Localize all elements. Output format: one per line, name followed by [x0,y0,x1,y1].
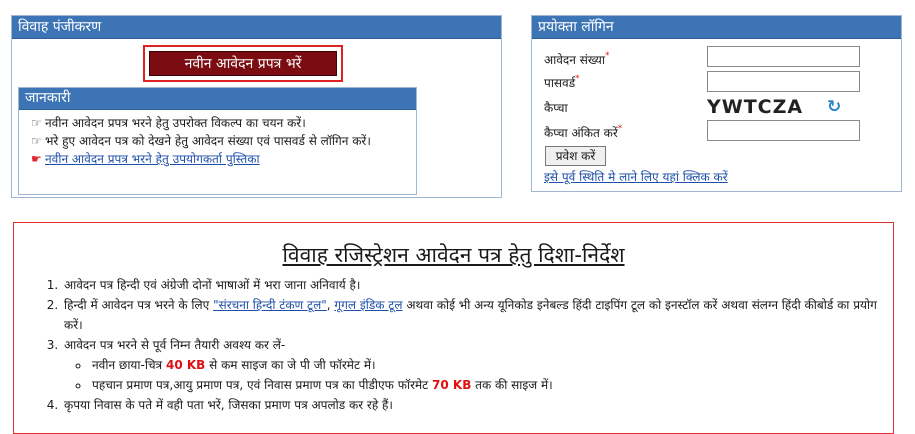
info-item: ☞ नवीन आवेदन प्रपत्र भरने हेतु उपरोक्त वि… [31,116,306,130]
required-mark: * [575,74,580,84]
password-label: पासवर्ड* [544,74,580,90]
pointing-hand-icon: ☞ [31,116,42,130]
guideline-subitem: नवीन छाया-चित्र 40 KB से कम साइज का जे प… [90,355,897,375]
login-title: प्रयोक्ता लॉगिन [532,16,901,39]
guidelines-list: आवेदन पत्र हिन्दी एवं अंग्रेजी दोनों भाष… [42,275,897,415]
new-form-button-frame: नवीन आवेदन प्रपत्र भरें [143,45,343,82]
application-no-input[interactable] [707,46,860,67]
guidelines-box: विवाह रजिस्ट्रेशन आवेदन पत्र हेतु दिशा-न… [13,222,894,434]
registration-title: विवाह पंजीकरण [12,16,501,39]
new-form-button[interactable]: नवीन आवेदन प्रपत्र भरें [149,51,337,76]
user-manual-link[interactable]: नवीन आवेदन प्रपत्र भरने हेतु उपयोगकर्ता … [45,152,260,166]
pointing-hand-icon: ☛ [31,152,42,166]
login-button[interactable]: प्रवेश करें [545,146,606,166]
refresh-icon[interactable]: ↻ [827,97,841,117]
sanrachna-tool-link[interactable]: "संरचना हिन्दी टंकण टूल" [213,298,327,312]
application-no-label: आवेदन संख्या* [544,51,610,67]
guideline-item: हिन्दी में आवेदन पत्र भरने के लिए "संरचन… [62,295,897,335]
guideline-item: आवेदन पत्र भरने से पूर्व निम्न तैयारी अव… [62,335,897,395]
required-mark: * [617,124,623,134]
captcha-image: YWTCZA [707,96,804,118]
password-input[interactable] [707,71,860,92]
google-indic-tool-link[interactable]: गूगल इंडिक टूल [334,298,402,312]
pointing-hand-icon: ☞ [31,134,42,148]
required-mark: * [604,51,610,61]
captcha-label: कैप्चा [544,101,568,115]
captcha-input[interactable] [707,120,860,141]
registration-panel: विवाह पंजीकरण नवीन आवेदन प्रपत्र भरें जा… [11,15,502,198]
info-item: ☛ नवीन आवेदन प्रपत्र भरने हेतु उपयोगकर्ता… [31,150,408,168]
captcha-entry-label: कैप्चा अंकित करें* [544,124,623,140]
info-box: जानकारी ☞ नवीन आवेदन प्रपत्र भरने हेतु उप… [18,87,417,195]
info-title: जानकारी [19,88,416,110]
guideline-item: आवेदन पत्र हिन्दी एवं अंग्रेजी दोनों भाष… [62,275,897,295]
guideline-item: कृपया निवास के पते में वही पता भरें, जिस… [62,395,897,415]
restore-link[interactable]: इसे पूर्व स्थिति मे लाने लिए यहां क्लिक … [544,168,728,185]
info-item: ☞ भरे हुए आवेदन पत्र को देखने हेतु आवेदन … [31,134,371,148]
guideline-subitem: पहचान प्रमाण पत्र,आयु प्रमाण पत्र, एवं न… [90,375,897,395]
login-panel: प्रयोक्ता लॉगिन आवेदन संख्या* पासवर्ड* क… [531,15,902,192]
guidelines-title: विवाह रजिस्ट्रेशन आवेदन पत्र हेतु दिशा-न… [282,243,625,267]
